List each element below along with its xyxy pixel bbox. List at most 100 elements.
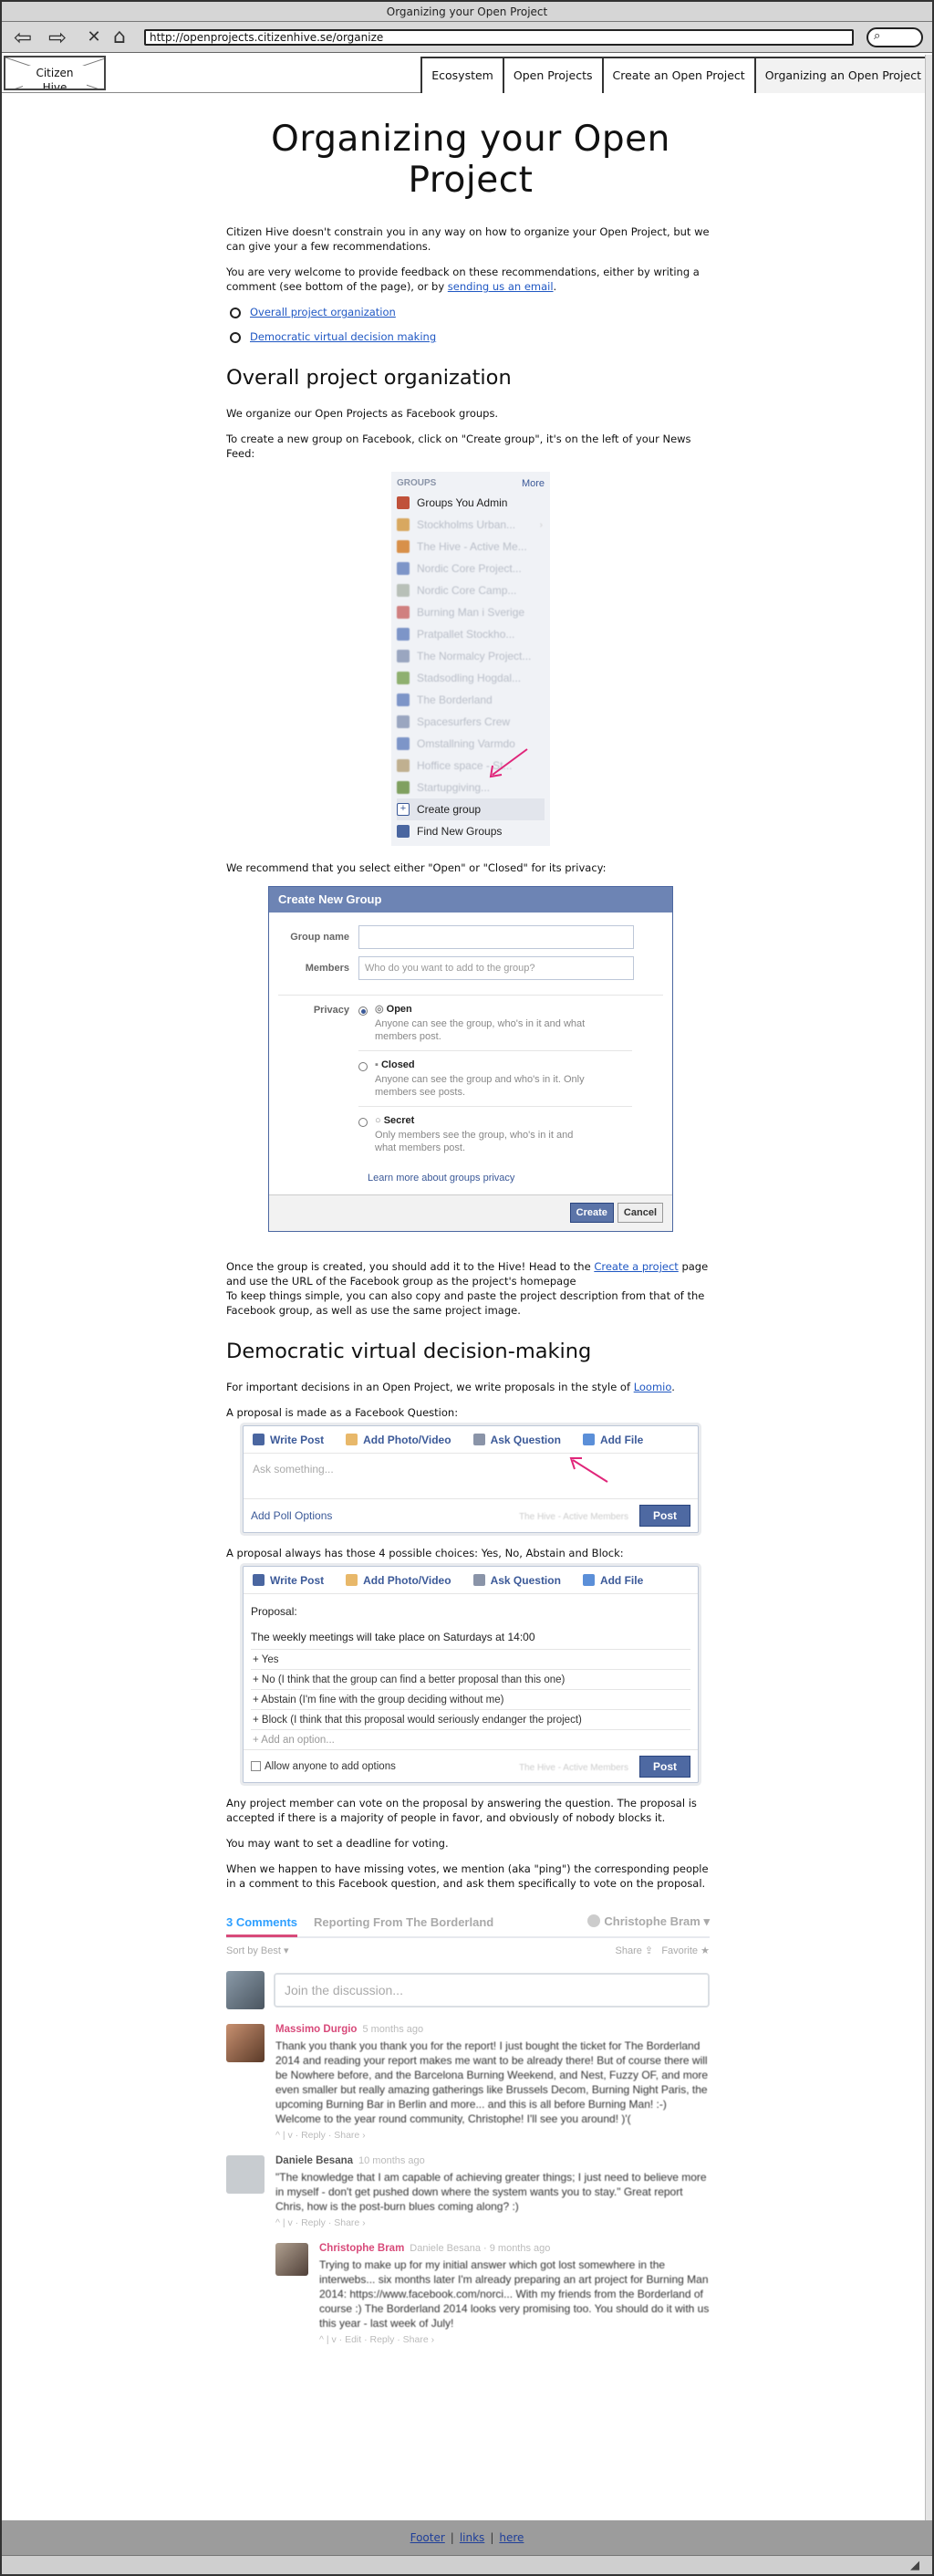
stop-icon[interactable]: ✕ (82, 27, 106, 47)
checkbox-icon (251, 1760, 261, 1771)
nav-open-projects[interactable]: Open Projects (502, 57, 604, 93)
url-input[interactable]: http://openprojects.citizenhive.se/organ… (144, 29, 854, 46)
nav-organizing-open-project[interactable]: Organizing an Open Project (753, 57, 932, 93)
nav-ecosystem[interactable]: Ecosystem (420, 57, 504, 93)
post-button: Post (638, 1755, 690, 1778)
loomio-link[interactable]: Loomio (634, 1381, 672, 1393)
s1-paragraph-4: Once the group is created, you should ad… (226, 1259, 715, 1288)
allow-options-checkbox: Allow anyone to add options (251, 1760, 396, 1772)
group-label: Spacesurfers Crew (417, 715, 511, 728)
browser-statusbar: ◢ (2, 2555, 932, 2574)
option-text: No (I think that the group can find a be… (261, 1674, 566, 1685)
question-input: Ask something... (244, 1454, 698, 1499)
comment-author: Massimo Durgio 5 months ago (275, 2024, 710, 2035)
create-project-link[interactable]: Create a project (594, 1260, 678, 1273)
vertical-scrollbar[interactable] (925, 55, 932, 2550)
comment-time: Daniele Besana · 9 months ago (410, 2243, 551, 2254)
radio-selected (358, 1006, 368, 1016)
group-label: Stadsodling Hogdal... (417, 672, 522, 684)
share-icon: ⇪ (644, 1945, 654, 1956)
section-heading-overall: Overall project organization (226, 366, 512, 390)
browser-toolbar: ⇦ ⇨ ✕ ⌂ http://openprojects.citizenhive.… (2, 22, 932, 53)
comment-actions: ^ | v · Reply · Share › (275, 2130, 366, 2141)
site-header: Citizen Hive Ecosystem Open Projects Cre… (2, 53, 932, 93)
option-text: Abstain (I'm fine with the group decidin… (261, 1695, 504, 1705)
comment: Massimo Durgio 5 months ago Thank you tha… (226, 2024, 710, 2141)
toc-link-decision[interactable]: Democratic virtual decision making (250, 330, 436, 343)
window-titlebar: Organizing your Open Project (2, 2, 932, 22)
privacy-label: Privacy (313, 1005, 349, 1016)
group-icon (397, 715, 410, 728)
tab-add-photo: Add Photo/Video (346, 1434, 451, 1446)
option-desc: Only members see the group, who's in it … (375, 1130, 574, 1153)
lock-icon: ▪ (375, 1059, 381, 1070)
browser-window: Organizing your Open Project ⇦ ⇨ ✕ ⌂ htt… (0, 0, 934, 2576)
pencil-icon (253, 1434, 265, 1445)
option-name: Closed (380, 1059, 415, 1070)
proposal-question: The weekly meetings will take place on S… (251, 1631, 535, 1643)
create-group-label: Create group (417, 803, 482, 816)
site-logo[interactable]: Citizen Hive (4, 56, 106, 90)
group-row: Burning Man i Sverige (397, 601, 545, 623)
poll-option: + Abstain (I'm fine with the group decid… (251, 1689, 690, 1709)
resize-grip-icon[interactable]: ◢ (910, 2559, 919, 2572)
s2-paragraph-5: You may want to set a deadline for votin… (226, 1837, 449, 1850)
comment-author: Daniele Besana 10 months ago (275, 2155, 710, 2166)
forward-arrow-icon[interactable]: ⇨ (46, 26, 69, 48)
page-title: Organizing your Open Project (271, 119, 670, 201)
group-row: Spacesurfers Crew (397, 711, 545, 733)
user-icon (587, 1914, 601, 1927)
file-icon (582, 1434, 595, 1445)
tab-label: Ask Question (490, 1433, 561, 1446)
privacy-option-closed: ▪ Closed Anyone can see the group and who… (358, 1059, 632, 1107)
s2-paragraph-1: For important decisions in an Open Proje… (226, 1380, 715, 1394)
comments-topbar: 3 Comments Reporting From The Borderland … (226, 1907, 710, 1938)
photo-icon (346, 1434, 358, 1445)
group-icon (397, 628, 410, 641)
dialog-title: Create New Group (269, 887, 672, 913)
find-groups-label: Find New Groups (417, 825, 503, 838)
back-arrow-icon[interactable]: ⇦ (11, 26, 35, 48)
radio (358, 1062, 368, 1071)
email-link[interactable]: sending us an email (448, 280, 554, 293)
dialog-divider (278, 995, 663, 996)
footer-link-footer[interactable]: Footer (410, 2531, 445, 2544)
nav-create-open-project[interactable]: Create an Open Project (601, 57, 756, 93)
question-icon (472, 1434, 485, 1445)
browser-search-field[interactable]: ⌕ (867, 27, 923, 47)
home-icon[interactable]: ⌂ (108, 27, 131, 47)
join-discussion-input: Join the discussion... (274, 1973, 710, 2008)
s2-paragraph-3: A proposal always has those 4 possible c… (226, 1547, 624, 1559)
s1-p4-text: Once the group is created, you should ad… (226, 1260, 595, 1273)
tab-label: Add File (599, 1433, 644, 1446)
option-text: Block (I think that this proposal would … (261, 1715, 582, 1726)
comment-actions: ^ | v · Reply · Share › (275, 2217, 366, 2228)
footer-link-links[interactable]: links (460, 2531, 484, 2544)
groups-title: GROUPS (397, 478, 437, 488)
radio (358, 1118, 368, 1127)
cancel-button: Cancel (617, 1203, 663, 1223)
tab-label: Add File (599, 1573, 644, 1587)
poll-option: + No (I think that the group can find a … (251, 1669, 690, 1689)
create-group-dialog-screenshot: Create New Group Group name Members Who … (268, 886, 673, 1232)
composer-footer: Allow anyone to add options The Hive - A… (244, 1749, 698, 1782)
group-icon (397, 759, 410, 772)
s2-paragraph-6: When we happen to have missing votes, we… (226, 1862, 709, 1890)
tab-label: Ask Question (490, 1573, 561, 1587)
group-row: Groups You Admin (397, 492, 545, 514)
group-icon (397, 781, 410, 794)
pink-arrow-icon (569, 1457, 608, 1483)
create-group-row: + Create group (397, 798, 545, 820)
logged-user: Christophe Bram ▾ (587, 1914, 710, 1929)
tab-label: Add Photo/Video (363, 1433, 451, 1446)
poll-options-link: Add Poll Options (251, 1509, 333, 1522)
group-row: The Borderland (397, 689, 545, 711)
footer-link-here[interactable]: here (499, 2531, 524, 2544)
option-name: Secret (383, 1115, 415, 1126)
group-icon (397, 540, 410, 553)
group-icon (397, 694, 410, 706)
file-icon (582, 1574, 595, 1586)
favorite-label: Favorite (661, 1945, 699, 1956)
question-icon (472, 1574, 485, 1586)
toc-link-overall[interactable]: Overall project organization (250, 306, 396, 318)
